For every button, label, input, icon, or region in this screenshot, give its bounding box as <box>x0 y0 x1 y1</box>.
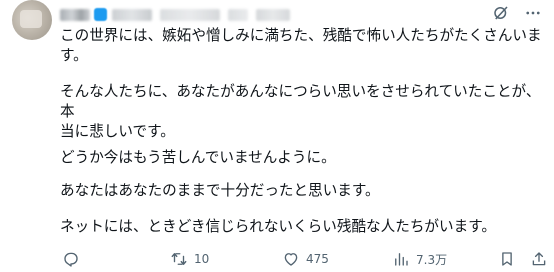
retweet-icon <box>170 250 188 268</box>
views-count: 7.3万 <box>416 252 448 267</box>
post-paragraph: あなたはあなたのままで十分だったと思います。 <box>60 182 380 199</box>
avatar[interactable] <box>12 0 52 40</box>
bookmark-icon <box>498 250 516 268</box>
retweet-count: 10 <box>194 252 210 266</box>
grok-icon[interactable] <box>492 4 510 22</box>
blurred-handle <box>112 9 152 21</box>
post-paragraph: ネットには、ときどき信じられないくらい残酷な人たちがいます。 <box>60 218 496 235</box>
heart-icon <box>282 250 300 268</box>
blurred-display-name[interactable] <box>60 9 90 21</box>
post-paragraph: そんな人たちに、あなたがあんなにつらい思いをさせられていたことが、本 当に悲しい… <box>60 83 541 140</box>
like-count: 475 <box>306 252 329 266</box>
like-button[interactable]: 475 <box>282 250 329 268</box>
post-paragraph: どうか今はもう苦しんでいませんように。 <box>60 149 336 166</box>
share-button[interactable] <box>530 250 548 268</box>
action-bar: 10 475 7.3万 <box>60 250 546 268</box>
reply-icon <box>62 250 80 268</box>
verified-badge-icon <box>94 8 107 21</box>
blurred-dot <box>228 9 248 21</box>
share-icon <box>530 250 548 268</box>
retweet-button[interactable]: 10 <box>170 250 209 268</box>
header-actions <box>492 4 542 22</box>
blurred-timestamp[interactable] <box>256 9 290 21</box>
views-button[interactable]: 7.3万 <box>392 250 447 268</box>
blurred-meta <box>160 9 220 21</box>
bookmark-button[interactable] <box>498 250 516 268</box>
views-icon <box>392 250 410 268</box>
more-icon[interactable] <box>524 4 542 22</box>
post-header <box>60 6 500 22</box>
reply-button[interactable] <box>62 250 86 268</box>
post-paragraph: この世界には、嫉妬や憎しみに満ちた、残酷で怖い人たちがたくさんいます。 <box>60 27 542 64</box>
